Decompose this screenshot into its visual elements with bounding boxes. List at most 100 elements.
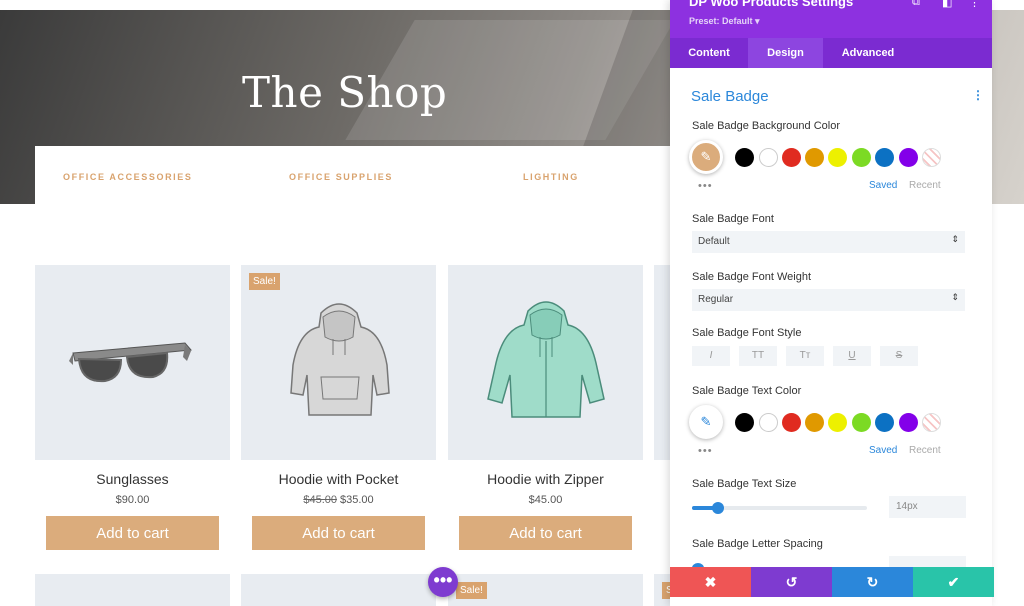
product-price: $90.00	[35, 494, 230, 506]
font-style-label: Sale Badge Font Style	[692, 327, 802, 339]
close-icon: ✖	[704, 574, 717, 590]
text-size-slider[interactable]	[692, 502, 867, 514]
product-card: Hoodie with Zipper $45.00 Add to cart	[448, 265, 643, 550]
text-color-label: Sale Badge Text Color	[692, 385, 802, 397]
swatch-red[interactable]	[782, 413, 801, 432]
swatch-green[interactable]	[852, 148, 871, 167]
redo-icon: ↻	[866, 574, 879, 590]
product-price-current: $35.00	[340, 494, 374, 506]
swatch-white[interactable]	[759, 413, 778, 432]
product-card-partial	[654, 265, 670, 460]
font-label: Sale Badge Font	[692, 213, 774, 225]
text-size-input[interactable]: 14px	[889, 496, 966, 518]
redo-button[interactable]: ↻	[832, 567, 913, 597]
swatch-none[interactable]	[922, 413, 941, 432]
swatch-red[interactable]	[782, 148, 801, 167]
saved-colors-tab[interactable]: Saved	[869, 445, 897, 456]
swatch-purple[interactable]	[899, 148, 918, 167]
section-title[interactable]: Sale Badge	[691, 88, 769, 105]
swatch-blue[interactable]	[875, 413, 894, 432]
swatch-black[interactable]	[735, 413, 754, 432]
underline-button[interactable]: U	[833, 346, 871, 366]
product-card-preview: Sale!	[448, 574, 643, 606]
product-image[interactable]: Sale!	[241, 265, 436, 460]
recent-colors-tab[interactable]: Recent	[909, 180, 941, 191]
product-name[interactable]: Hoodie with Zipper	[448, 471, 643, 487]
swatch-none[interactable]	[922, 148, 941, 167]
product-price-current: $90.00	[115, 494, 150, 506]
category-office-accessories[interactable]: OFFICE ACCESSORIES	[63, 172, 192, 182]
panel-title: DP Woo Products Settings	[689, 0, 854, 9]
swatch-green[interactable]	[852, 413, 871, 432]
swatch-black[interactable]	[735, 148, 754, 167]
product-image[interactable]	[448, 265, 643, 460]
swatch-yellow[interactable]	[828, 413, 847, 432]
eyedropper-icon: ✎	[700, 414, 712, 429]
product-card: Sunglasses $90.00 Add to cart	[35, 265, 230, 550]
swatch-purple[interactable]	[899, 413, 918, 432]
sidebar-icon[interactable]: ◧	[942, 0, 952, 9]
font-weight-label: Sale Badge Font Weight	[692, 271, 812, 283]
add-to-cart-button[interactable]: Add to cart	[459, 516, 632, 550]
product-price-current: $45.00	[528, 494, 563, 506]
save-button[interactable]: ✔	[913, 567, 994, 597]
italic-button[interactable]: I	[692, 346, 730, 366]
saved-colors-tab[interactable]: Saved	[869, 180, 897, 191]
panel-footer: ✖ ↺ ↻ ✔	[670, 567, 994, 597]
swatch-orange[interactable]	[805, 413, 824, 432]
color-picker-button[interactable]: ✎	[689, 405, 723, 439]
product-name[interactable]: Sunglasses	[35, 471, 230, 487]
eyedropper-icon: ✎	[700, 149, 712, 164]
slider-handle[interactable]	[712, 502, 725, 514]
add-to-cart-button[interactable]: Add to cart	[46, 516, 219, 550]
expand-icon[interactable]: ⧉	[912, 0, 920, 9]
product-card-preview	[241, 574, 436, 606]
product-price: $45.00 $35.00	[241, 494, 436, 506]
tab-design[interactable]: Design	[748, 38, 823, 68]
product-card-preview: Sale!	[654, 574, 693, 606]
page-title: The Shop	[242, 68, 448, 117]
check-icon: ✔	[947, 574, 960, 590]
category-office-supplies[interactable]: OFFICE SUPPLIES	[289, 172, 393, 182]
capitalize-button[interactable]: Tт	[786, 346, 824, 366]
swatch-white[interactable]	[759, 148, 778, 167]
font-select[interactable]: Default ⇕	[692, 231, 965, 253]
product-price: $45.00	[448, 494, 643, 506]
more-colors-icon[interactable]: •••	[698, 445, 713, 457]
uppercase-button[interactable]: TT	[739, 346, 777, 366]
font-select-value: Default	[698, 236, 730, 247]
swatch-yellow[interactable]	[828, 148, 847, 167]
product-card: Sale! Hoodie with Pocket $45.00 $35.00 Ad…	[241, 265, 436, 550]
section-menu-icon[interactable]: ⋮	[972, 88, 984, 102]
swatch-blue[interactable]	[875, 148, 894, 167]
kebab-menu-icon[interactable]: ⋮	[969, 0, 980, 9]
tab-content[interactable]: Content	[670, 38, 748, 68]
more-options-button[interactable]: •••	[428, 567, 458, 597]
more-colors-icon[interactable]: •••	[698, 180, 713, 192]
product-old-price: $45.00	[303, 494, 337, 506]
product-image[interactable]	[35, 265, 230, 460]
panel-header: DP Woo Products Settings Preset: Default…	[670, 0, 992, 38]
discard-button[interactable]: ✖	[670, 567, 751, 597]
undo-button[interactable]: ↺	[751, 567, 832, 597]
settings-panel: DP Woo Products Settings Preset: Default…	[670, 0, 994, 606]
product-name[interactable]: Hoodie with Pocket	[241, 471, 436, 487]
color-picker-button[interactable]: ✎	[689, 140, 723, 174]
preset-selector[interactable]: Preset: Default ▾	[689, 16, 760, 27]
select-arrows-icon: ⇕	[951, 292, 959, 302]
font-weight-select[interactable]: Regular ⇕	[692, 289, 965, 311]
undo-icon: ↺	[785, 574, 798, 590]
tab-advanced[interactable]: Advanced	[823, 38, 913, 68]
bg-color-label: Sale Badge Background Color	[692, 120, 840, 132]
select-arrows-icon: ⇕	[951, 234, 959, 244]
recent-colors-tab[interactable]: Recent	[909, 445, 941, 456]
sale-badge: Sale!	[456, 582, 487, 599]
swatch-orange[interactable]	[805, 148, 824, 167]
category-lighting[interactable]: LIGHTING	[523, 172, 579, 182]
strikethrough-button[interactable]: S	[880, 346, 918, 366]
sunglasses-icon	[69, 342, 193, 383]
font-weight-value: Regular	[698, 294, 734, 305]
text-size-label: Sale Badge Text Size	[692, 478, 797, 490]
category-bar: OFFICE ACCESSORIES OFFICE SUPPLIES LIGHT…	[35, 146, 675, 204]
add-to-cart-button[interactable]: Add to cart	[252, 516, 425, 550]
